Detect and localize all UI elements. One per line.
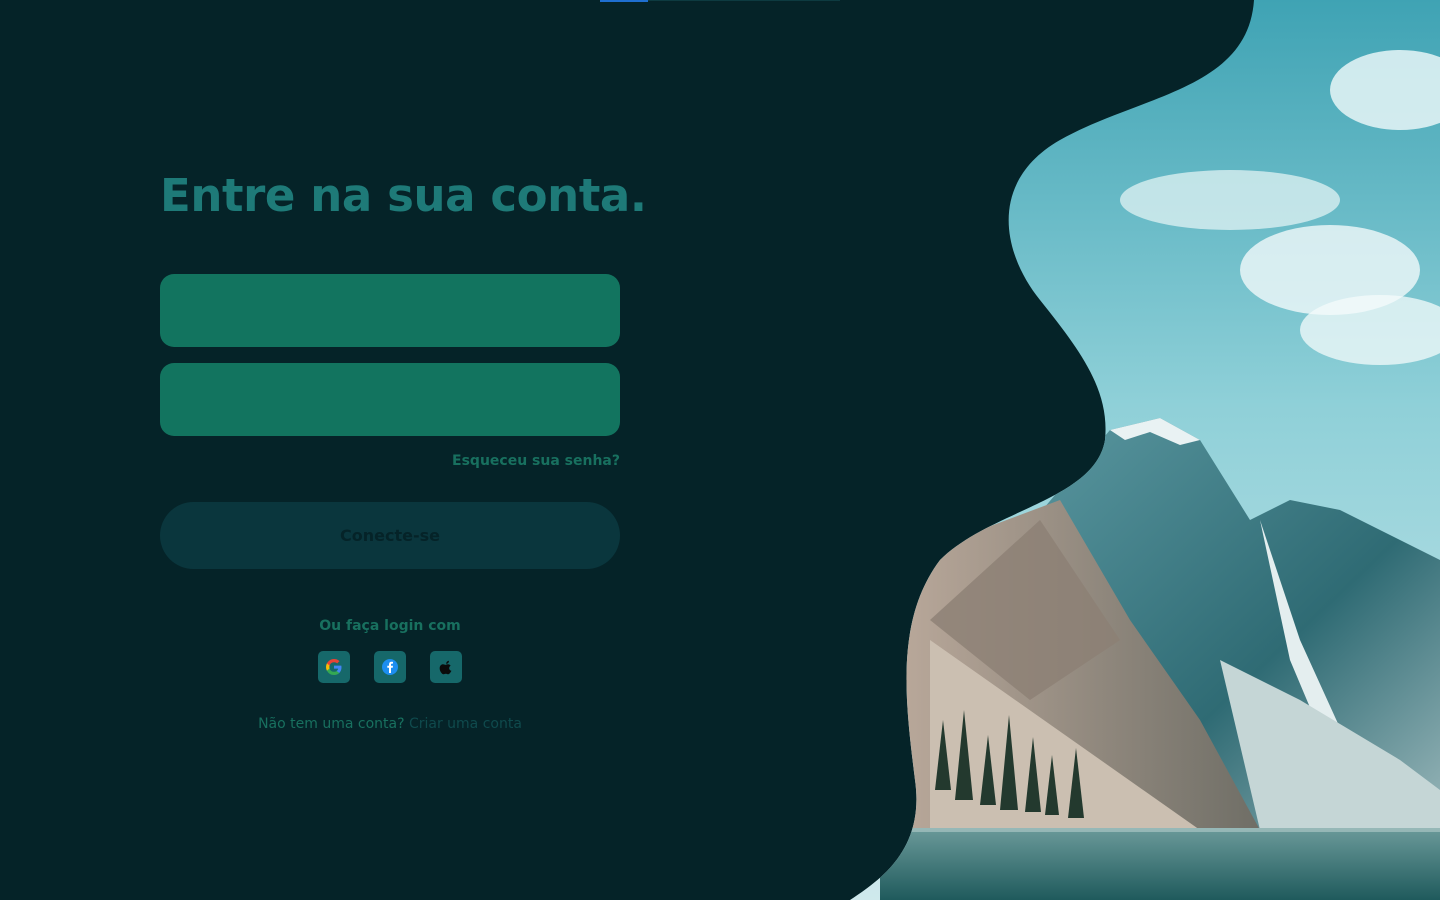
password-field[interactable] bbox=[160, 363, 620, 436]
google-login-button[interactable] bbox=[318, 651, 350, 683]
facebook-icon bbox=[381, 658, 399, 676]
facebook-login-button[interactable] bbox=[374, 651, 406, 683]
social-login-buttons bbox=[318, 651, 462, 683]
apple-icon bbox=[437, 658, 455, 676]
apple-login-button[interactable] bbox=[430, 651, 462, 683]
landscape-image bbox=[850, 0, 1440, 900]
page-title: Entre na sua conta. bbox=[160, 169, 647, 222]
signup-prompt-row: Não tem uma conta? Criar uma conta bbox=[160, 715, 620, 733]
social-login-caption: Ou faça login com bbox=[319, 618, 461, 634]
forgot-password-link[interactable]: Esqueceu sua senha? bbox=[160, 452, 620, 470]
login-page: Entre na sua conta. Esqueceu sua senha? … bbox=[0, 0, 1440, 900]
signup-prompt: Não tem uma conta? bbox=[258, 716, 405, 732]
create-account-link[interactable]: Criar uma conta bbox=[409, 716, 522, 732]
google-icon bbox=[325, 658, 343, 676]
email-field[interactable] bbox=[160, 274, 620, 347]
login-button[interactable]: Conecte-se bbox=[160, 502, 620, 569]
